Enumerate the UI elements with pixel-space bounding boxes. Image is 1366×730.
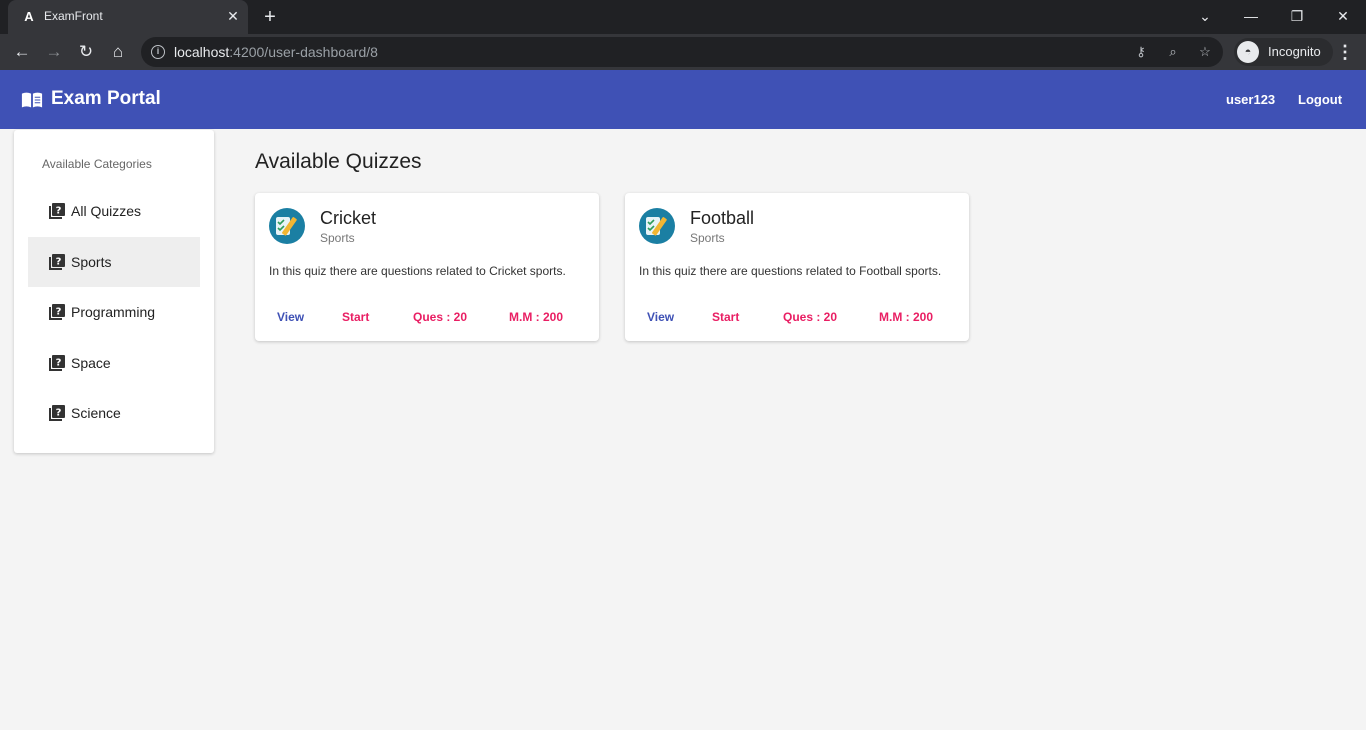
- quiz-icon: ?: [49, 254, 65, 270]
- bookmark-star-icon[interactable]: ☆: [1195, 42, 1215, 62]
- start-button[interactable]: Start: [342, 310, 369, 324]
- sidebar-item-all-quizzes[interactable]: ? All Quizzes: [28, 186, 200, 236]
- quiz-avatar-icon: [639, 208, 675, 244]
- sidebar-item-label: Programming: [71, 304, 156, 320]
- view-button[interactable]: View: [647, 310, 674, 324]
- quiz-title: Cricket: [320, 208, 377, 228]
- quiz-title: Football: [690, 208, 755, 228]
- quiz-card: Football Sports In this quiz there are q…: [625, 193, 969, 341]
- browser-tab[interactable]: A ExamFront ✕: [8, 0, 248, 34]
- forward-icon[interactable]: →: [41, 39, 67, 65]
- incognito-indicator[interactable]: ◓ Incognito: [1234, 38, 1333, 66]
- sidebar-item-science[interactable]: ? Science: [28, 388, 200, 438]
- sidebar-item-label: Science: [71, 405, 121, 421]
- sidebar-item-programming[interactable]: ? Programming: [28, 287, 200, 337]
- browser-menu-icon[interactable]: ⋮: [1332, 39, 1358, 65]
- app-navbar: Exam Portal user123 Logout: [0, 70, 1366, 129]
- quiz-icon: ?: [49, 405, 65, 421]
- questions-count-button[interactable]: Ques : 20: [413, 310, 467, 324]
- reload-icon[interactable]: ↻: [73, 39, 99, 65]
- quiz-description: In this quiz there are questions related…: [639, 264, 942, 278]
- back-icon[interactable]: ←: [9, 39, 35, 65]
- angular-favicon-icon: A: [24, 9, 34, 24]
- svg-text:?: ?: [56, 307, 62, 318]
- browser-tab-strip: A ExamFront ✕ + ⌄ — ❐ ✕: [0, 0, 1366, 34]
- quiz-category: Sports: [690, 231, 725, 245]
- svg-text:?: ?: [56, 408, 62, 419]
- categories-sidebar: Available Categories ? All Quizzes ? Spo…: [14, 130, 214, 453]
- questions-count-button[interactable]: Ques : 20: [783, 310, 837, 324]
- site-info-icon[interactable]: i: [151, 45, 165, 59]
- window-close-icon[interactable]: ✕: [1329, 4, 1357, 28]
- minimize-icon[interactable]: —: [1237, 4, 1265, 28]
- logout-button[interactable]: Logout: [1298, 92, 1342, 107]
- sidebar-header: Available Categories: [42, 157, 152, 171]
- key-icon[interactable]: ⚷: [1131, 42, 1151, 62]
- zoom-icon[interactable]: ⌕: [1163, 42, 1183, 62]
- menu-book-icon: [21, 92, 43, 108]
- quiz-icon: ?: [49, 304, 65, 320]
- quiz-avatar-icon: [269, 208, 305, 244]
- max-marks-button[interactable]: M.M : 200: [509, 310, 563, 324]
- svg-text:?: ?: [56, 257, 62, 268]
- start-button[interactable]: Start: [712, 310, 739, 324]
- quiz-description: In this quiz there are questions related…: [269, 264, 566, 278]
- url-text[interactable]: localhost:4200/user-dashboard/8: [174, 44, 378, 60]
- tab-close-icon[interactable]: ✕: [224, 7, 242, 25]
- incognito-icon: ◓: [1237, 41, 1259, 63]
- quiz-icon: ?: [49, 355, 65, 371]
- sidebar-item-sports[interactable]: ? Sports: [28, 237, 200, 287]
- new-tab-icon[interactable]: +: [258, 5, 282, 29]
- home-icon[interactable]: ⌂: [105, 39, 131, 65]
- tab-title: ExamFront: [44, 9, 103, 23]
- quiz-icon: ?: [49, 203, 65, 219]
- svg-text:?: ?: [56, 358, 62, 369]
- sidebar-item-label: Sports: [71, 254, 112, 270]
- restore-icon[interactable]: ❐: [1283, 4, 1311, 28]
- page-title: Available Quizzes: [255, 150, 422, 173]
- quiz-card: Cricket Sports In this quiz there are qu…: [255, 193, 599, 341]
- max-marks-button[interactable]: M.M : 200: [879, 310, 933, 324]
- address-bar[interactable]: i localhost:4200/user-dashboard/8 ⚷ ⌕ ☆: [141, 37, 1223, 67]
- sidebar-item-space[interactable]: ? Space: [28, 338, 200, 388]
- brand-name[interactable]: Exam Portal: [51, 88, 161, 110]
- username-link[interactable]: user123: [1226, 92, 1275, 107]
- tab-search-icon[interactable]: ⌄: [1191, 4, 1219, 28]
- quiz-category: Sports: [320, 231, 355, 245]
- svg-text:?: ?: [56, 206, 62, 217]
- browser-toolbar: ← → ↻ ⌂ i localhost:4200/user-dashboard/…: [0, 34, 1366, 70]
- sidebar-item-label: All Quizzes: [71, 203, 142, 219]
- sidebar-item-label: Space: [71, 355, 111, 371]
- incognito-label: Incognito: [1268, 44, 1321, 59]
- view-button[interactable]: View: [277, 310, 304, 324]
